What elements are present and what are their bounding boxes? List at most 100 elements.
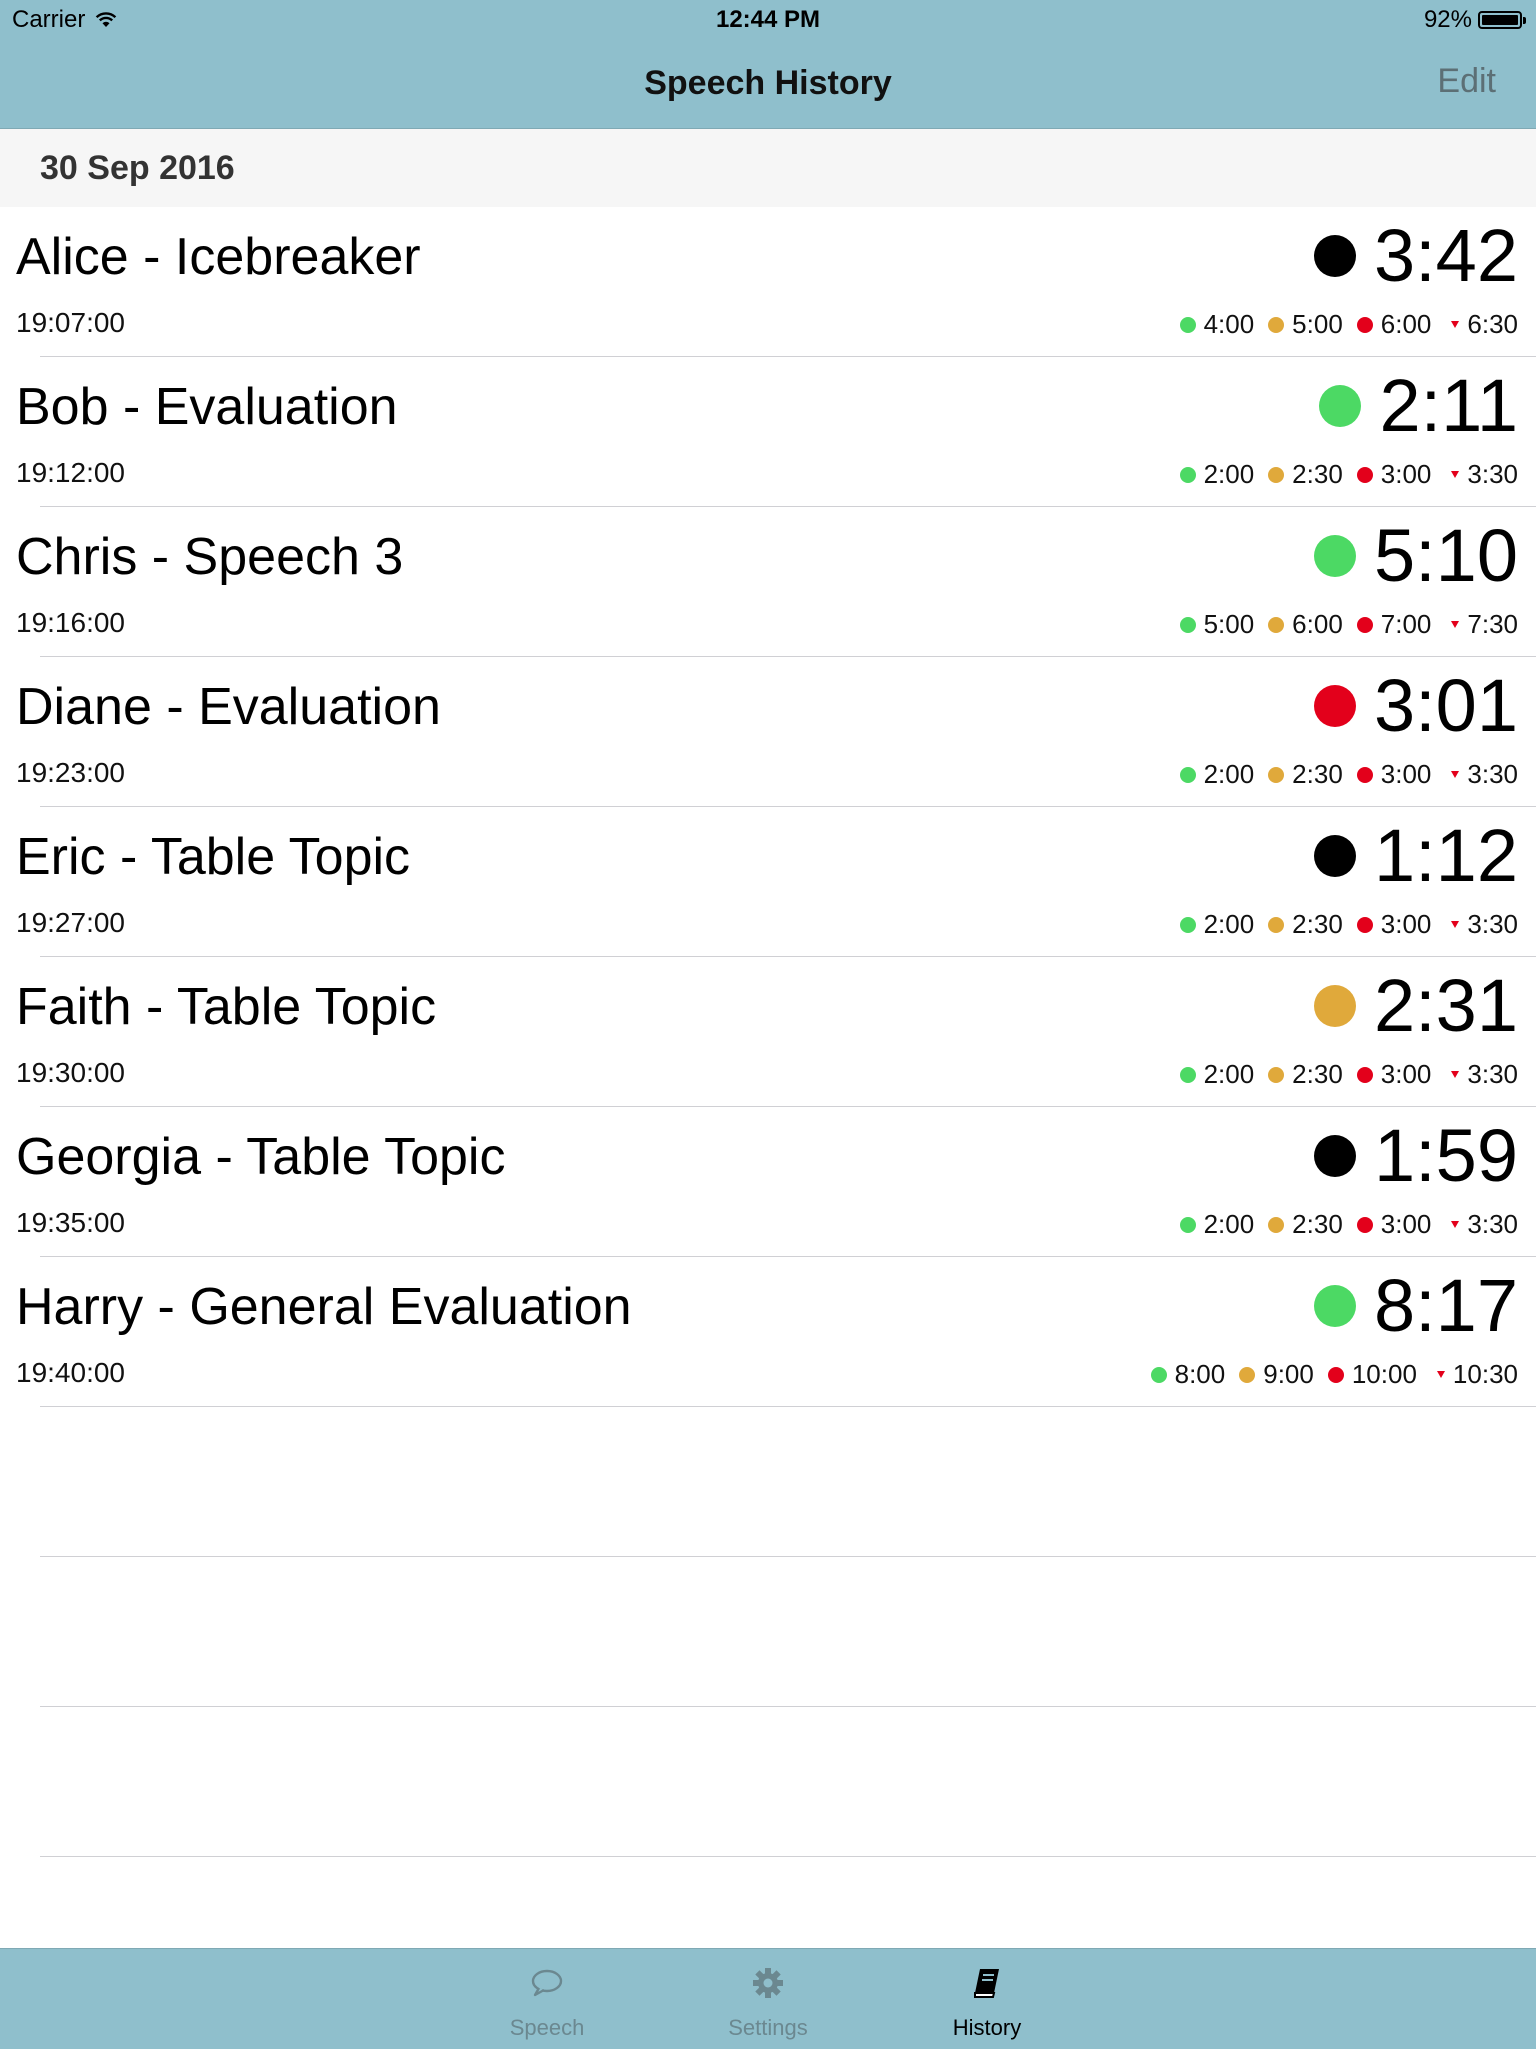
green-dot-icon: [1150, 1366, 1167, 1383]
speech-duration: 1:59: [1313, 1114, 1518, 1197]
speech-row[interactable]: Diane - Evaluation 19:23:00 3:01 2:00 2:30 3:…: [0, 657, 1536, 807]
duration-value: 2:11: [1379, 364, 1518, 447]
speech-duration: 2:31: [1313, 964, 1518, 1047]
speech-title: Faith - Table Topic: [16, 978, 437, 1036]
yellow-threshold: 2:30: [1292, 1209, 1343, 1239]
speech-start-time: 19:12:00: [16, 457, 125, 488]
overtime-threshold: 3:30: [1467, 1059, 1518, 1089]
speech-row[interactable]: Georgia - Table Topic 19:35:00 1:59 2:00 2:3…: [0, 1107, 1536, 1257]
red-threshold: 3:00: [1380, 1059, 1432, 1089]
status-dot-icon: [1313, 835, 1356, 877]
timing-thresholds: 5:00 6:00 7:00 7:30: [1179, 609, 1518, 640]
duration-value: 2:31: [1373, 964, 1518, 1047]
timing-thresholds: 8:00 9:00 10:00 10:30: [1150, 1359, 1518, 1390]
speech-duration: 1:12: [1313, 819, 1518, 893]
speech-start-time: 19:23:00: [16, 757, 125, 788]
speech-start-time: 19:30:00: [16, 1057, 125, 1088]
duration-value: 8:17: [1373, 1264, 1518, 1347]
overtime-triangle-icon: [1451, 1221, 1460, 1228]
red-threshold: 3:00: [1380, 759, 1432, 789]
overtime-triangle-icon: [1451, 1071, 1460, 1078]
tab-bar: Speech Settings History: [0, 1948, 1536, 2049]
green-dot-icon: [1179, 916, 1196, 933]
speech-title: Harry - General Evaluation: [16, 1278, 632, 1336]
status-dot-icon: [1313, 1135, 1356, 1177]
timing-thresholds: 2:00 2:30 3:00 3:30: [1179, 1209, 1518, 1240]
overtime-threshold: 10:30: [1452, 1359, 1518, 1389]
speech-row[interactable]: Eric - Table Topic 19:27:00 1:12 2:00 2:30 3:…: [0, 807, 1536, 957]
red-dot-icon: [1356, 916, 1373, 933]
section-date-label: 30 Sep 2016: [40, 149, 235, 187]
red-threshold: 3:00: [1380, 909, 1432, 939]
green-threshold: 2:00: [1203, 1059, 1255, 1089]
yellow-dot-icon: [1239, 1366, 1256, 1383]
green-dot-icon: [1179, 466, 1196, 483]
green-dot-icon: [1179, 1066, 1196, 1083]
speech-row[interactable]: Bob - Evaluation 19:12:00 2:11 2:00 2:30 3:00…: [0, 357, 1536, 507]
speech-row[interactable]: Chris - Speech 3 19:16:00 5:10 5:00 6:00 7:00…: [0, 507, 1536, 657]
green-threshold: 5:00: [1203, 609, 1255, 639]
status-bar: Carrier 12:44 PM 92%: [0, 0, 1536, 40]
speech-start-time: 19:40:00: [16, 1357, 125, 1388]
red-dot-icon: [1356, 1066, 1373, 1083]
status-dot-icon: [1313, 535, 1356, 577]
yellow-dot-icon: [1268, 616, 1285, 633]
tab-speech-label: Speech: [509, 2015, 585, 2040]
speech-history-list: Alice - Icebreaker 19:07:00 3:42 4:00 5:00 6:…: [0, 207, 1536, 1407]
duration-value: 3:01: [1373, 664, 1518, 747]
green-threshold: 2:00: [1203, 909, 1255, 939]
speech-title: Georgia - Table Topic: [16, 1128, 506, 1186]
red-threshold: 3:00: [1380, 459, 1432, 489]
overtime-triangle-icon: [1436, 1371, 1445, 1378]
navigation-bar: Speech History Edit: [0, 40, 1536, 129]
duration-value: 5:10: [1373, 514, 1518, 597]
red-threshold: 7:00: [1380, 609, 1432, 639]
gear-icon: [688, 1963, 848, 2003]
timing-thresholds: 4:00 5:00 6:00 6:30: [1179, 309, 1518, 340]
overtime-triangle-icon: [1451, 921, 1460, 928]
speech-title: Bob - Evaluation: [16, 378, 398, 436]
speech-row[interactable]: Alice - Icebreaker 19:07:00 3:42 4:00 5:00 6:…: [0, 207, 1536, 357]
edit-button[interactable]: Edit: [1437, 62, 1496, 101]
speech-row[interactable]: Harry - General Evaluation 19:40:00 8:17 8:…: [0, 1257, 1536, 1407]
status-dot-icon: [1313, 1285, 1356, 1327]
empty-row: [0, 1557, 1536, 1707]
speech-duration: 8:17: [1313, 1264, 1518, 1347]
tab-speech[interactable]: Speech: [467, 1963, 627, 2041]
overtime-threshold: 3:30: [1467, 459, 1518, 489]
speech-duration: 3:42: [1313, 219, 1518, 293]
page-title: Speech History: [644, 64, 892, 102]
green-dot-icon: [1179, 316, 1196, 333]
speech-start-time: 19:16:00: [16, 607, 125, 638]
overtime-threshold: 3:30: [1467, 1209, 1518, 1239]
battery-percent: 92%: [1423, 6, 1472, 33]
yellow-dot-icon: [1268, 1066, 1285, 1083]
red-threshold: 10:00: [1351, 1359, 1417, 1389]
yellow-dot-icon: [1268, 916, 1285, 933]
duration-value: 1:59: [1373, 1114, 1518, 1197]
overtime-threshold: 3:30: [1467, 759, 1518, 789]
speech-title: Alice - Icebreaker: [16, 228, 421, 286]
yellow-threshold: 5:00: [1292, 309, 1343, 339]
speech-row[interactable]: Faith - Table Topic 19:30:00 2:31 2:00 2:30 3…: [0, 957, 1536, 1107]
yellow-dot-icon: [1268, 766, 1285, 783]
book-icon: [907, 1963, 1067, 2003]
empty-row: [0, 1707, 1536, 1857]
yellow-threshold: 2:30: [1292, 1059, 1343, 1089]
status-dot-icon: [1319, 385, 1362, 427]
green-dot-icon: [1179, 766, 1196, 783]
tab-history[interactable]: History: [907, 1963, 1067, 2041]
tab-settings[interactable]: Settings: [688, 1963, 848, 2041]
green-threshold: 2:00: [1203, 1209, 1255, 1239]
speech-bubble-icon: [467, 1963, 627, 2003]
overtime-threshold: 6:30: [1467, 309, 1518, 339]
green-threshold: 2:00: [1203, 759, 1255, 789]
red-dot-icon: [1356, 1216, 1373, 1233]
tab-settings-label: Settings: [728, 2015, 808, 2040]
timing-thresholds: 2:00 2:30 3:00 3:30: [1179, 909, 1518, 940]
timing-thresholds: 2:00 2:30 3:00 3:30: [1179, 759, 1518, 790]
speech-duration: 2:11: [1319, 369, 1518, 443]
yellow-dot-icon: [1268, 466, 1285, 483]
speech-start-time: 19:07:00: [16, 307, 125, 338]
green-dot-icon: [1179, 1216, 1196, 1233]
